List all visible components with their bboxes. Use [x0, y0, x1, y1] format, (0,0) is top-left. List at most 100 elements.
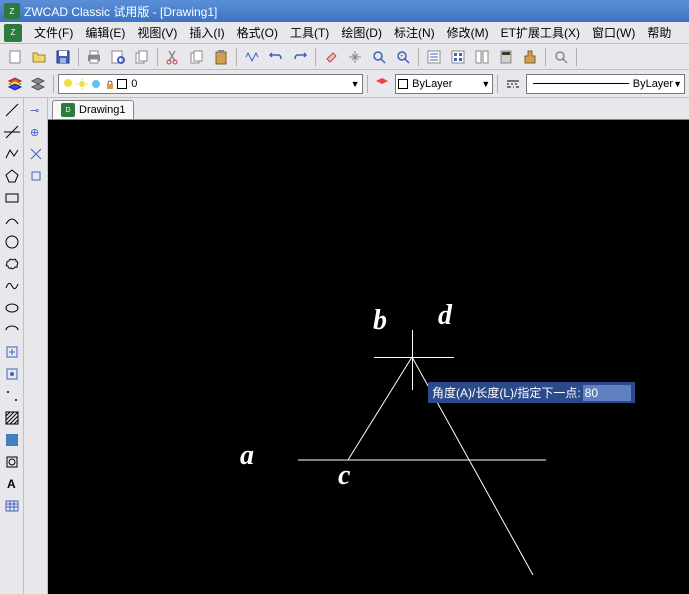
canvas-content [48, 120, 689, 594]
zoom-extents-button[interactable]: + [392, 46, 414, 68]
menu-dimension[interactable]: 标注(N) [388, 22, 441, 43]
text-tool[interactable]: A [2, 474, 22, 494]
menu-edit[interactable]: 编辑(E) [79, 22, 131, 43]
ellipse-tool[interactable] [2, 298, 22, 318]
spline-tool[interactable] [2, 276, 22, 296]
lock-icon [103, 77, 117, 91]
redo-button[interactable] [289, 46, 311, 68]
menu-help[interactable]: 帮助 [641, 22, 677, 43]
sun-icon [75, 77, 89, 91]
color-button[interactable] [371, 73, 393, 95]
xline-tool[interactable] [2, 122, 22, 142]
cut-button[interactable] [162, 46, 184, 68]
svg-text:⊸: ⊸ [30, 105, 39, 117]
linetype-value: ByLayer [633, 78, 673, 90]
pline-tool[interactable] [2, 144, 22, 164]
window-title: ZWCAD Classic 试用版 - [Drawing1] [24, 3, 217, 20]
menu-etextend[interactable]: ET扩展工具(X) [495, 22, 586, 43]
calc-button[interactable] [495, 46, 517, 68]
publish-button[interactable] [131, 46, 153, 68]
paste-button[interactable] [210, 46, 232, 68]
search-button[interactable] [550, 46, 572, 68]
drawing-canvas[interactable]: 角度(A)/长度(L)/指定下一点: a b c d [48, 120, 689, 594]
menu-modify[interactable]: 修改(M) [441, 22, 495, 43]
linetype-combo[interactable]: ByLayer ▼ [526, 74, 685, 94]
polygon-tool[interactable] [2, 166, 22, 186]
ellipse-arc-tool[interactable] [2, 320, 22, 340]
svg-text:⊕: ⊕ [30, 127, 39, 139]
layer-states-button[interactable] [28, 73, 50, 95]
svg-text:A: A [7, 477, 16, 491]
snap-tool2[interactable]: ⊕ [26, 122, 46, 142]
cursor-horizontal [374, 357, 454, 358]
lightbulb-icon [61, 77, 75, 91]
linetype-preview [533, 83, 629, 84]
app-icon: Z [4, 3, 20, 19]
color-value: ByLayer [412, 78, 452, 90]
undo-button[interactable] [265, 46, 287, 68]
new-button[interactable] [4, 46, 26, 68]
revcloud-tool[interactable] [2, 254, 22, 274]
menu-format[interactable]: 格式(O) [231, 22, 284, 43]
annotation-b: b [373, 305, 387, 337]
preview-button[interactable] [107, 46, 129, 68]
draw-toolbar: A [0, 98, 24, 594]
erase-button[interactable] [320, 46, 342, 68]
print-button[interactable] [83, 46, 105, 68]
toolbar-layers: 0 ▼ ByLayer ▼ ByLayer ▼ [0, 70, 689, 98]
tool-palette-button[interactable] [471, 46, 493, 68]
point-tool[interactable] [2, 386, 22, 406]
svg-text:+: + [400, 54, 404, 60]
line-tool[interactable] [2, 100, 22, 120]
design-center-button[interactable] [447, 46, 469, 68]
menu-draw[interactable]: 绘图(D) [335, 22, 388, 43]
copy-button[interactable] [186, 46, 208, 68]
snap-tool3[interactable] [26, 144, 46, 164]
color-swatch [398, 79, 408, 89]
toolbar-standard: + [0, 44, 689, 70]
color-swatch [117, 79, 127, 89]
snap-tool1[interactable]: ⊸ [26, 100, 46, 120]
menu-file[interactable]: 文件(F) [28, 22, 79, 43]
prompt-label: 角度(A)/长度(L)/指定下一点: [432, 384, 581, 401]
properties-button[interactable] [423, 46, 445, 68]
menu-window[interactable]: 窗口(W) [586, 22, 641, 43]
arc-tool[interactable] [2, 210, 22, 230]
annotation-a: a [240, 440, 254, 472]
circle-tool[interactable] [2, 232, 22, 252]
document-tabs: D Drawing1 [48, 98, 689, 120]
layer-name: 0 [131, 78, 137, 90]
dropdown-icon: ▼ [673, 79, 682, 89]
dwg-icon: D [61, 103, 75, 117]
command-prompt: 角度(A)/长度(L)/指定下一点: [428, 382, 635, 403]
tab-drawing1[interactable]: D Drawing1 [52, 100, 134, 119]
clean-button[interactable] [519, 46, 541, 68]
linetype-button[interactable] [502, 73, 524, 95]
dropdown-icon: ▼ [351, 79, 360, 89]
layer-combo[interactable]: 0 ▼ [58, 74, 362, 94]
menu-insert[interactable]: 插入(I) [183, 22, 230, 43]
match-button[interactable] [241, 46, 263, 68]
menu-view[interactable]: 视图(V) [131, 22, 183, 43]
annotation-d: d [438, 300, 452, 332]
save-button[interactable] [52, 46, 74, 68]
zoom-window-button[interactable] [368, 46, 390, 68]
make-block-tool[interactable] [2, 364, 22, 384]
menu-tools[interactable]: 工具(T) [284, 22, 335, 43]
insert-block-tool[interactable] [2, 342, 22, 362]
open-button[interactable] [28, 46, 50, 68]
modify-toolbar: ⊸ ⊕ [24, 98, 48, 594]
pan-button[interactable] [344, 46, 366, 68]
layer-properties-button[interactable] [4, 73, 26, 95]
menubar: Z 文件(F) 编辑(E) 视图(V) 插入(I) 格式(O) 工具(T) 绘图… [0, 22, 689, 44]
gradient-tool[interactable] [2, 430, 22, 450]
table-tool[interactable] [2, 496, 22, 516]
app-menu-icon[interactable]: Z [4, 24, 22, 42]
color-combo[interactable]: ByLayer ▼ [395, 74, 493, 94]
rectangle-tool[interactable] [2, 188, 22, 208]
hatch-tool[interactable] [2, 408, 22, 428]
titlebar: Z ZWCAD Classic 试用版 - [Drawing1] [0, 0, 689, 22]
prompt-input[interactable] [583, 385, 631, 401]
snap-tool4[interactable] [26, 166, 46, 186]
region-tool[interactable] [2, 452, 22, 472]
